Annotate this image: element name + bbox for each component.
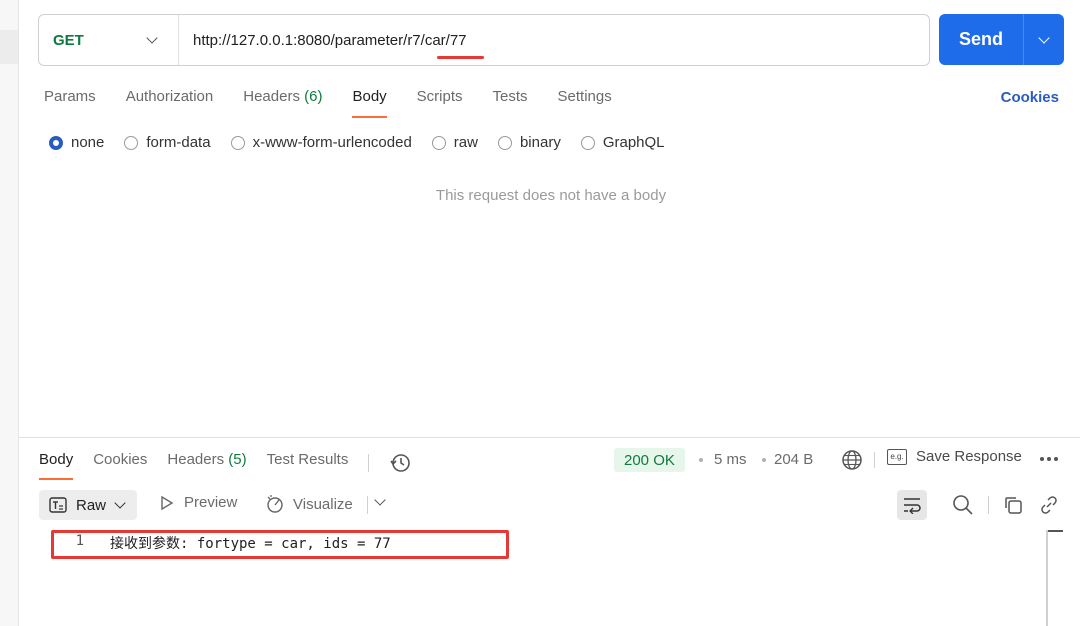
response-tab-test-results[interactable]: Test Results xyxy=(267,451,349,480)
preview-button[interactable]: Preview xyxy=(160,494,237,511)
method-select[interactable]: GET xyxy=(39,15,179,65)
toolbar-separator xyxy=(988,496,989,514)
send-button-group: Send xyxy=(939,14,1064,65)
tab-scripts[interactable]: Scripts xyxy=(417,88,463,118)
example-icon: e.g. xyxy=(887,448,907,465)
toolbar-separator xyxy=(367,496,368,514)
chevron-down-icon xyxy=(1038,31,1050,44)
response-tab-headers-label: Headers xyxy=(167,451,225,468)
more-options-icon[interactable] xyxy=(1040,457,1058,461)
search-icon[interactable] xyxy=(952,494,974,516)
chevron-down-icon xyxy=(374,494,386,506)
response-size[interactable]: 204 B xyxy=(774,451,813,468)
status-badge[interactable]: 200 OK xyxy=(614,448,685,472)
separator-dot xyxy=(699,458,703,462)
empty-body-message: This request does not have a body xyxy=(435,187,667,204)
radio-icon xyxy=(124,135,139,150)
tab-separator xyxy=(368,453,370,472)
radio-icon xyxy=(497,135,512,150)
copy-icon[interactable] xyxy=(1003,495,1023,515)
body-option-raw[interactable]: raw xyxy=(431,134,478,151)
play-icon xyxy=(161,495,174,510)
preview-label: Preview xyxy=(184,494,238,511)
option-label: raw xyxy=(453,134,478,151)
visualize-button[interactable]: Visualize xyxy=(265,494,353,514)
tab-headers-count: (6) xyxy=(304,88,323,105)
method-label: GET xyxy=(53,31,84,49)
scrollbar-cap xyxy=(1046,530,1063,532)
response-tabs: Body Cookies Headers (5) Test Results xyxy=(39,451,411,480)
option-label: GraphQL xyxy=(602,134,665,151)
option-label: form-data xyxy=(146,134,211,151)
body-option-none[interactable]: none xyxy=(49,134,104,151)
request-tabs: Params Authorization Headers (6) Body Sc… xyxy=(44,88,642,118)
body-option-form-data[interactable]: form-data xyxy=(124,134,211,151)
sidebar-strip xyxy=(0,0,19,626)
url-highlight-underline xyxy=(437,56,484,59)
send-dropdown-button[interactable] xyxy=(1024,14,1064,65)
body-option-urlencoded[interactable]: x-www-form-urlencoded xyxy=(230,134,412,151)
tab-params[interactable]: Params xyxy=(44,88,96,118)
link-icon[interactable] xyxy=(1039,495,1059,515)
chevron-down-icon xyxy=(146,32,158,44)
tab-tests[interactable]: Tests xyxy=(493,88,528,118)
scrollbar[interactable] xyxy=(1046,530,1048,626)
request-url-bar: GET http://127.0.0.1:8080/parameter/r7/c… xyxy=(38,14,930,66)
visualize-icon xyxy=(267,495,283,513)
cookies-link[interactable]: Cookies xyxy=(1001,89,1059,106)
wrap-lines-icon xyxy=(904,498,921,514)
body-option-graphql[interactable]: GraphQL xyxy=(580,134,665,151)
toolbar-separator xyxy=(874,452,875,468)
radio-icon xyxy=(580,135,595,150)
tab-settings[interactable]: Settings xyxy=(558,88,612,118)
option-label: x-www-form-urlencoded xyxy=(252,134,412,151)
panel-divider[interactable] xyxy=(19,437,1080,438)
history-icon[interactable] xyxy=(389,452,411,474)
body-type-options: none form-data x-www-form-urlencoded raw… xyxy=(49,134,685,151)
visualize-dropdown[interactable] xyxy=(374,494,386,506)
option-label: none xyxy=(71,134,105,151)
response-tab-cookies[interactable]: Cookies xyxy=(93,451,147,480)
visualize-label: Visualize xyxy=(293,495,353,513)
separator-dot xyxy=(762,458,766,462)
wrap-lines-button[interactable] xyxy=(897,490,927,520)
radio-selected-icon xyxy=(49,135,63,150)
response-tab-headers-count: (5) xyxy=(228,451,247,468)
body-option-binary[interactable]: binary xyxy=(497,134,561,151)
tab-headers[interactable]: Headers (6) xyxy=(243,88,322,118)
highlight-box xyxy=(51,530,509,559)
globe-icon[interactable] xyxy=(841,449,863,471)
format-select[interactable]: Raw xyxy=(39,490,137,520)
radio-icon xyxy=(431,135,446,150)
save-response-button[interactable]: e.g. Save Response xyxy=(887,448,1022,465)
save-response-label: Save Response xyxy=(916,448,1022,465)
option-label: binary xyxy=(519,134,561,151)
radio-icon xyxy=(230,135,245,150)
chevron-down-icon xyxy=(114,496,126,509)
response-tab-body[interactable]: Body xyxy=(39,451,74,480)
response-time[interactable]: 5 ms xyxy=(714,451,747,468)
sidebar-selected[interactable] xyxy=(0,30,18,64)
text-format-icon xyxy=(49,497,67,513)
tab-authorization[interactable]: Authorization xyxy=(126,88,214,118)
url-input[interactable]: http://127.0.0.1:8080/parameter/r7/car/7… xyxy=(179,32,467,49)
response-tab-headers[interactable]: Headers (5) xyxy=(167,451,246,480)
format-label: Raw xyxy=(76,496,107,514)
tab-body[interactable]: Body xyxy=(352,88,387,118)
tab-headers-label: Headers xyxy=(243,88,300,105)
send-button[interactable]: Send xyxy=(939,14,1024,65)
